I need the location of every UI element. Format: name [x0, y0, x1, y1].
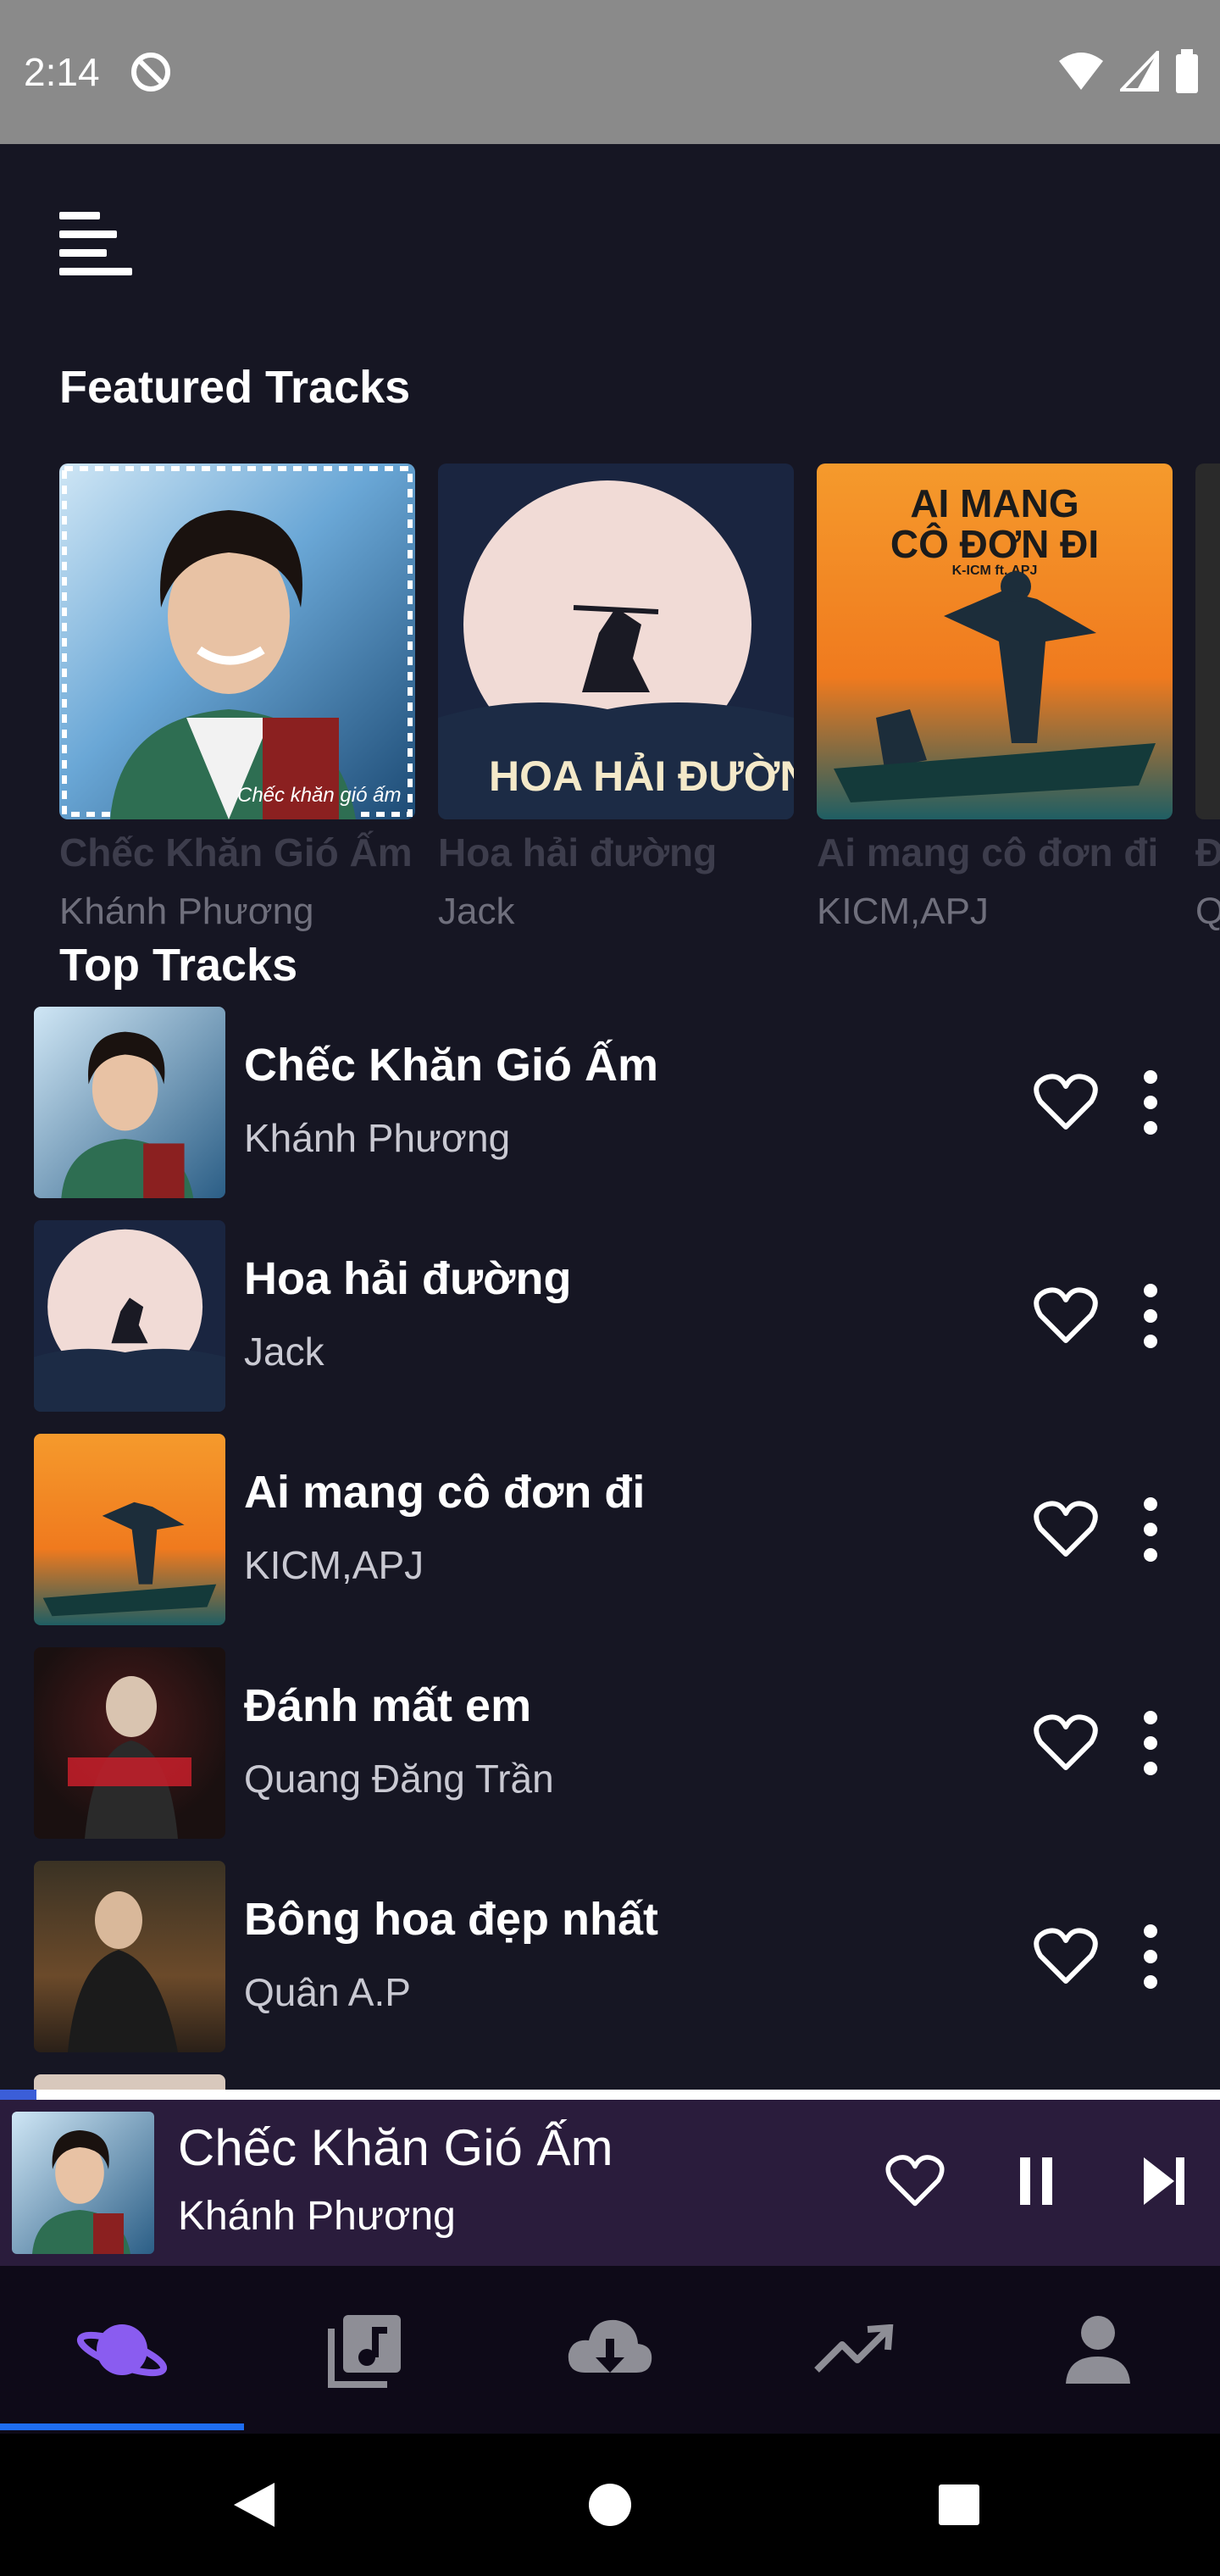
featured-card-artist: KICM,APJ	[817, 891, 989, 932]
cover-caption: Chếc khăn gió ấm	[237, 784, 402, 807]
nav-item-profile[interactable]	[976, 2266, 1220, 2434]
track-thumbnail	[34, 1861, 225, 2052]
featured-tracks-heading: Featured Tracks	[59, 362, 411, 413]
track-title: Đánh mất em	[244, 1680, 532, 1731]
battery-icon	[1176, 49, 1198, 93]
heart-icon[interactable]	[885, 2154, 945, 2208]
top-tracks-heading: Top Tracks	[59, 940, 298, 991]
track-artist: Jack	[244, 1330, 324, 1374]
status-time: 2:14	[24, 50, 100, 94]
featured-card-title: Chếc Khăn Gió Ấm	[59, 830, 413, 874]
album-cover: HOA HẢI ĐƯỜNG	[438, 464, 794, 819]
heart-icon[interactable]	[1034, 1713, 1098, 1773]
figures-artwork	[834, 571, 1156, 802]
album-cover	[1195, 464, 1220, 819]
track-artist: Quang Đăng Trần	[244, 1757, 554, 1801]
bottom-navigation	[0, 2266, 1220, 2434]
featured-card-artist: Khánh Phương	[59, 891, 314, 932]
more-vertical-icon[interactable]	[1135, 1496, 1166, 1563]
cloud-download-icon	[568, 2319, 652, 2373]
featured-card[interactable]: HOA HẢI ĐƯỜNG Hoa hải đường Jack	[438, 464, 794, 933]
track-title: Ai mang cô đơn đi	[244, 1467, 646, 1518]
nav-item-trending[interactable]	[732, 2266, 976, 2434]
singer-portrait	[62, 466, 413, 819]
system-navigation-bar	[0, 2434, 1220, 2576]
cover-caption: HOA HẢI ĐƯỜNG	[489, 752, 794, 800]
back-icon[interactable]	[230, 2479, 278, 2530]
status-bar: 2:14	[0, 0, 1220, 144]
heart-icon[interactable]	[1034, 1286, 1098, 1346]
playback-progress-bar[interactable]	[0, 2090, 1220, 2100]
mini-player[interactable]: Chếc Khăn Gió Ấm Khánh Phương	[0, 2100, 1220, 2266]
track-artist: Khánh Phương	[244, 1116, 511, 1160]
track-thumbnail	[34, 1007, 225, 1198]
more-vertical-icon[interactable]	[1135, 1283, 1166, 1349]
featured-card-title: Ai mang cô đơn đi	[817, 830, 1159, 874]
person-icon	[1066, 2316, 1130, 2384]
more-vertical-icon[interactable]	[1135, 1924, 1166, 1990]
track-thumbnail	[34, 1647, 225, 1839]
heart-icon[interactable]	[1034, 1927, 1098, 1986]
planet-icon	[76, 2324, 168, 2377]
status-icons	[1057, 49, 1200, 93]
track-thumbnail-partial	[34, 2074, 225, 2090]
track-artist: KICM,APJ	[244, 1543, 424, 1587]
nav-item-downloads[interactable]	[488, 2266, 732, 2434]
nav-item-discover[interactable]	[0, 2266, 244, 2434]
more-vertical-icon[interactable]	[1135, 1069, 1166, 1135]
now-playing-artist: Khánh Phương	[178, 2194, 456, 2239]
track-row[interactable]: Ai mang cô đơn đi KICM,APJ	[34, 1434, 1203, 1625]
recents-icon[interactable]	[937, 2483, 981, 2527]
now-playing-title: Chếc Khăn Gió Ấm	[178, 2119, 613, 2176]
featured-card[interactable]: Đ Q	[1195, 464, 1220, 933]
featured-card[interactable]: Chếc khăn gió ấm Chếc Khăn Gió Ấm Khánh …	[59, 464, 415, 933]
featured-card-title: Đ	[1195, 830, 1220, 874]
featured-card-title: Hoa hải đường	[438, 830, 718, 874]
pause-icon[interactable]	[1017, 2154, 1056, 2208]
track-artist: Quân A.P	[244, 1970, 411, 2014]
featured-tracks-carousel[interactable]: Chếc khăn gió ấm Chếc Khăn Gió Ấm Khánh …	[59, 464, 1220, 938]
featured-card[interactable]: AI MANG CÔ ĐƠN ĐI K-ICM ft. APJ Ai mang …	[817, 464, 1173, 933]
track-thumbnail	[34, 1434, 225, 1625]
nav-item-library[interactable]	[244, 2266, 488, 2434]
album-cover: AI MANG CÔ ĐƠN ĐI K-ICM ft. APJ	[817, 464, 1173, 819]
track-row[interactable]: Chếc Khăn Gió Ấm Khánh Phương	[34, 1007, 1203, 1198]
playback-progress-fill	[0, 2090, 37, 2100]
featured-card-artist: Jack	[438, 891, 515, 932]
cellular-signal-icon	[1120, 51, 1159, 92]
sync-icon	[130, 53, 170, 92]
home-icon[interactable]	[586, 2481, 634, 2529]
track-title: Bông hoa đẹp nhất	[244, 1894, 658, 1945]
now-playing-thumbnail	[12, 2112, 154, 2254]
wifi-icon	[1059, 53, 1103, 90]
trending-icon	[814, 2324, 894, 2373]
nav-active-indicator	[0, 2423, 244, 2430]
track-thumbnail	[34, 1220, 225, 1412]
skip-next-icon[interactable]	[1140, 2154, 1188, 2208]
heart-icon[interactable]	[1034, 1500, 1098, 1559]
track-row[interactable]: Hoa hải đường Jack	[34, 1220, 1203, 1412]
heart-icon[interactable]	[1034, 1073, 1098, 1132]
track-title: Hoa hải đường	[244, 1253, 572, 1304]
album-cover: Chếc khăn gió ấm	[59, 464, 415, 819]
music-library-icon	[328, 2315, 401, 2388]
menu-icon[interactable]	[59, 210, 136, 286]
track-row[interactable]: Bông hoa đẹp nhất Quân A.P	[34, 1861, 1203, 2052]
track-row[interactable]: Đánh mất em Quang Đăng Trần	[34, 1647, 1203, 1839]
featured-card-artist: Q	[1195, 891, 1220, 932]
track-title: Chếc Khăn Gió Ấm	[244, 1040, 659, 1091]
more-vertical-icon[interactable]	[1135, 1710, 1166, 1776]
